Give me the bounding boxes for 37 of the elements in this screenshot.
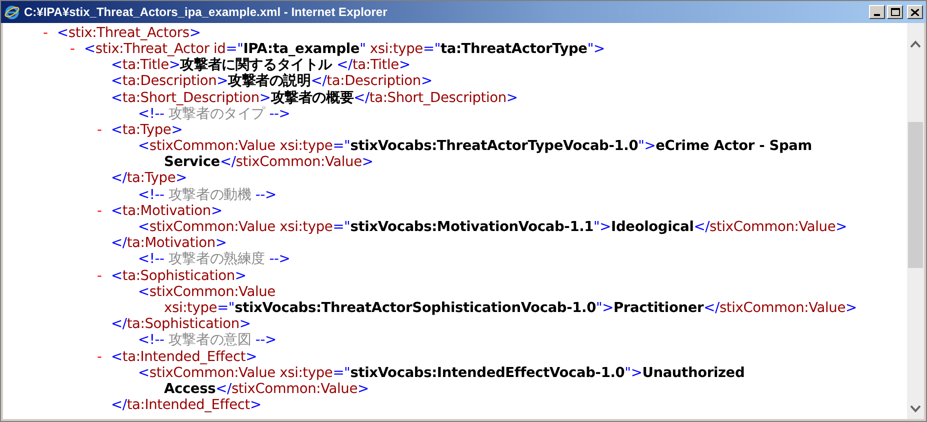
xml-line: <stixCommon:Value xsi:type="stixVocabs:ThreatActorTypeVocab-1.0">eCrime Actor - Spam	[138, 137, 812, 156]
xml-line: </ta:Intended_Effect>	[111, 396, 262, 416]
close-button[interactable]	[907, 5, 923, 19]
xml-line: <ta:Title>攻撃者に関するタイトル </ta:Title>	[111, 56, 410, 74]
collapse-toggle[interactable]: -	[97, 346, 111, 368]
maximize-icon	[890, 8, 900, 16]
xml-line: <stixCommon:Value xsi:type="stixVocabs:IntendedEffectVocab-1.0">Unauthorized	[138, 364, 745, 382]
xml-line: <ta:Sophistication>	[111, 266, 246, 286]
xml-line: </ta:Sophistication>	[111, 315, 251, 332]
xml-line: <!-- 攻撃者の動機 -->	[138, 186, 276, 204]
xml-line: xsi:type="stixVocabs:ThreatActorSophisticationVocab-1.0">Practitioner</stixCommon:Value>	[164, 298, 857, 318]
xml-line: <!-- 攻撃者の熟練度 -->	[138, 250, 290, 270]
xml-line: <!-- 攻撃者の意図 -->	[138, 331, 276, 350]
collapse-toggle[interactable]: -	[97, 120, 111, 141]
xml-line: <stixCommon:Value xsi:type="stixVocabs:MotivationVocab-1.1">Ideological</stixCommon:Value>	[138, 218, 847, 236]
xml-line: <ta:Intended_Effect>	[111, 348, 257, 366]
xml-line: Service</stixCommon:Value>	[164, 153, 374, 172]
scroll-thumb[interactable]	[908, 122, 923, 268]
xml-line: </ta:Type>	[111, 169, 187, 188]
minimize-icon	[874, 14, 880, 16]
browser-logo-icon	[4, 4, 20, 20]
xml-line: <stix:Threat_Actor id="IPA:ta_example" xsi:type="ta:ThreatActorType">	[84, 40, 605, 57]
scroll-up-icon[interactable]	[910, 40, 921, 48]
xml-line: <ta:Motivation>	[111, 202, 222, 220]
collapse-toggle[interactable]: -	[97, 200, 111, 222]
close-icon	[911, 8, 919, 16]
maximize-button[interactable]	[887, 5, 903, 19]
collapse-toggle[interactable]: -	[43, 23, 57, 44]
collapse-toggle[interactable]: -	[97, 266, 111, 286]
xml-line: <ta:Short_Description>攻撃者の概要</ta:Short_Description>	[111, 88, 518, 106]
minimize-button[interactable]	[869, 5, 885, 19]
xml-line: <ta:Description>攻撃者の説明</ta:Description>	[111, 72, 432, 90]
xml-line: </ta:Motivation>	[111, 234, 227, 252]
window-title: C:¥IPA¥stix_Threat_Actors_ipa_example.xml - Internet Explorer	[24, 4, 388, 21]
scroll-down-icon[interactable]	[910, 405, 921, 413]
xml-line: Access</stixCommon:Value>	[164, 380, 369, 398]
xml-line: <stixCommon:Value	[138, 283, 276, 302]
